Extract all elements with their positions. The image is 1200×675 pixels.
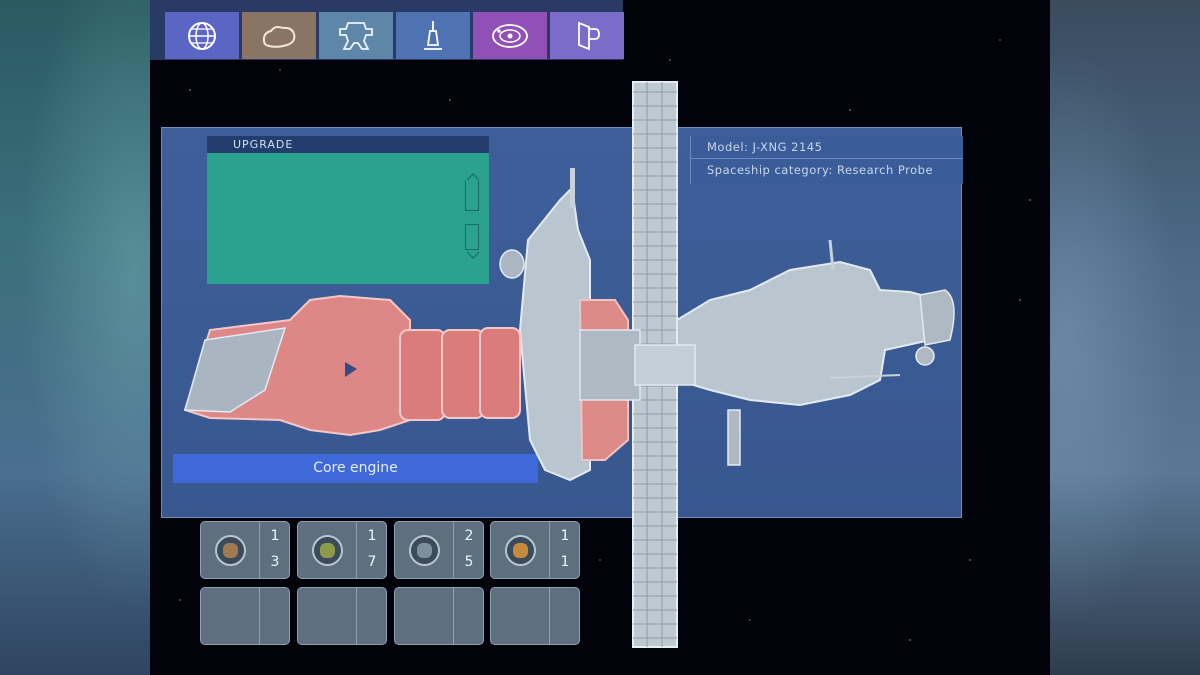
scroll-down-button[interactable]: [465, 224, 480, 259]
inventory-slot[interactable]: 1 1: [490, 521, 580, 579]
inventory-slot[interactable]: 1 7: [297, 521, 387, 579]
resource-icon: [409, 535, 440, 566]
station-icon: [339, 21, 373, 50]
resource-count-top: 1: [560, 528, 570, 544]
resource-count-top: 2: [464, 528, 474, 544]
resource-count-top: 1: [270, 528, 280, 544]
resource-count-bottom: 3: [270, 554, 280, 570]
chevron-up-icon: [466, 173, 480, 181]
right-backdrop: [1050, 0, 1200, 675]
resource-icon: [312, 535, 343, 566]
resource-count-bottom: 1: [560, 554, 570, 570]
tab-orbit[interactable]: [473, 12, 547, 59]
inventory-slot-empty[interactable]: [297, 587, 387, 645]
orbit-icon: [492, 23, 528, 48]
resource-icon: [505, 535, 536, 566]
inventory-slot[interactable]: 2 5: [394, 521, 484, 579]
selected-part-label: Core engine: [173, 454, 538, 483]
tab-asteroid[interactable]: [242, 12, 316, 59]
left-backdrop: [0, 0, 150, 675]
tab-gate[interactable]: [550, 12, 624, 59]
game-viewport: UPGRADE Model: J-XNG 2145 Spaceship cate…: [150, 0, 1050, 675]
tab-globe[interactable]: [165, 12, 239, 59]
model-label: Model: J-XNG 2145: [707, 140, 823, 154]
resource-count-bottom: 7: [367, 554, 377, 570]
chevron-down-icon: [466, 251, 480, 259]
category-label: Spaceship category: Research Probe: [707, 163, 934, 177]
inventory-slot-empty[interactable]: [490, 587, 580, 645]
gate-icon: [578, 21, 600, 50]
tab-probe[interactable]: [396, 12, 470, 59]
resource-count-bottom: 5: [464, 554, 474, 570]
asteroid-icon: [262, 25, 296, 48]
inventory-slot-empty[interactable]: [394, 587, 484, 645]
scroll-up-button[interactable]: [465, 173, 480, 211]
resource-count-top: 1: [367, 528, 377, 544]
globe-icon: [188, 21, 216, 50]
inventory-slot-empty[interactable]: [200, 587, 290, 645]
probe-icon: [424, 20, 442, 50]
upgrade-box: UPGRADE: [207, 136, 489, 284]
upgrade-title: UPGRADE: [207, 136, 489, 153]
tab-station[interactable]: [319, 12, 393, 59]
inventory-slot[interactable]: 1 3: [200, 521, 290, 579]
resource-icon: [215, 535, 246, 566]
ship-info-box: Model: J-XNG 2145 Spaceship category: Re…: [690, 136, 963, 184]
category-tab-bar: [150, 0, 624, 60]
